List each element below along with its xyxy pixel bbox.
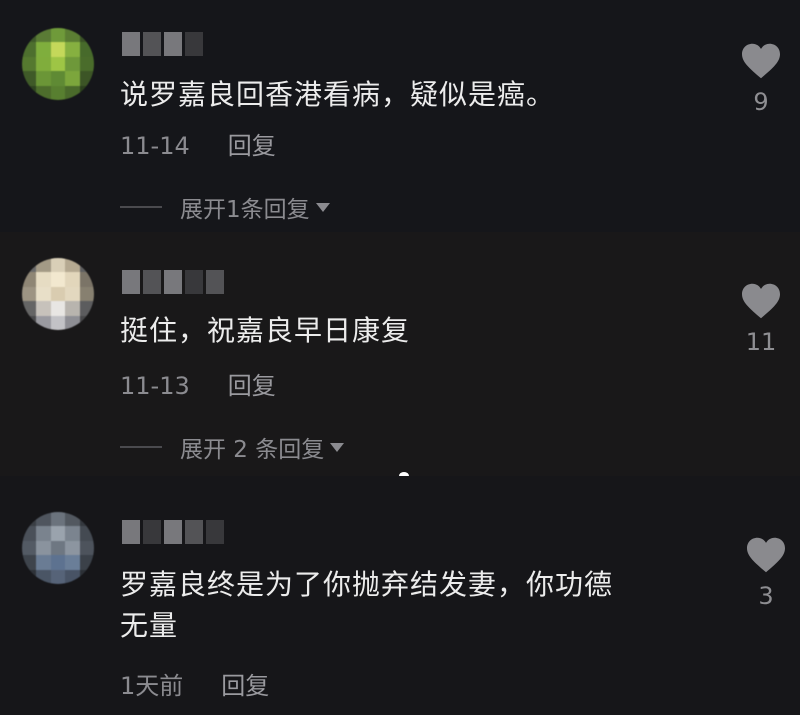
expand-replies-button[interactable]: 展开 2 条回复	[120, 430, 345, 464]
heart-icon	[742, 283, 780, 319]
comment-text-line: 罗嘉良终是为了你抛弃结发妻，你功德	[120, 568, 614, 601]
avatar[interactable]	[22, 258, 94, 330]
divider-line	[120, 446, 162, 448]
reply-button[interactable]: 回复	[228, 372, 276, 400]
heart-icon	[742, 43, 780, 79]
heart-icon	[747, 537, 785, 573]
like-count: 11	[745, 328, 777, 356]
username-blurred[interactable]	[122, 270, 224, 296]
comment-item: 罗嘉良终是为了你抛弃结发妻，你功德 无量 1天前 回复 3	[0, 476, 800, 715]
like-button[interactable]: 3	[742, 536, 790, 610]
reply-button[interactable]: 回复	[228, 132, 276, 160]
comment-date: 11-14	[120, 132, 190, 160]
comment-meta: 11-14 回复	[120, 126, 276, 161]
reply-button[interactable]: 回复	[221, 672, 269, 700]
username-blurred[interactable]	[122, 32, 203, 58]
avatar[interactable]	[22, 28, 94, 100]
comment-text: 说罗嘉良回香港看病，疑似是癌。	[120, 78, 556, 111]
expand-replies-label: 展开 2 条回复	[180, 437, 325, 463]
like-button[interactable]: 11	[737, 282, 785, 356]
caret-down-icon	[315, 202, 330, 212]
comment-meta: 11-13 回复	[120, 366, 276, 401]
like-count: 3	[758, 582, 774, 610]
comment-text: 挺住，祝嘉良早日康复	[120, 314, 411, 347]
comment-text-line: 无量	[120, 609, 179, 642]
comment-item: 说罗嘉良回香港看病，疑似是癌。 11-14 回复 展开1条回复 9	[0, 0, 800, 232]
caret-down-icon	[330, 442, 345, 452]
comment-item: 挺住，祝嘉良早日康复 11-13 回复 展开 2 条回复 11	[0, 232, 800, 476]
expand-replies-label: 展开1条回复	[180, 197, 310, 223]
comment-date: 1天前	[120, 672, 184, 700]
avatar[interactable]	[22, 512, 94, 584]
like-button[interactable]: 9	[737, 42, 785, 116]
username-blurred[interactable]	[122, 520, 224, 546]
comment-date: 11-13	[120, 372, 190, 400]
like-count: 9	[753, 88, 769, 116]
expand-replies-button[interactable]: 展开1条回复	[120, 190, 330, 224]
divider-line	[120, 206, 162, 208]
comment-text: 罗嘉良终是为了你抛弃结发妻，你功德 无量	[120, 564, 613, 646]
comment-meta: 1天前 回复	[120, 666, 269, 701]
